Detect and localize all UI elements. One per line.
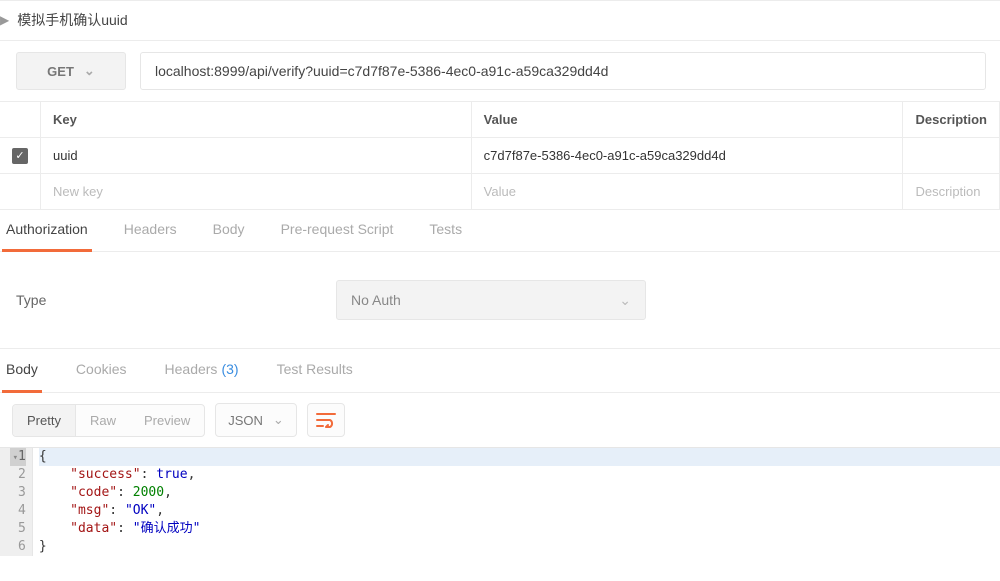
method-dropdown[interactable]: GET ⌄ [16, 52, 126, 90]
pill-preview[interactable]: Preview [130, 405, 204, 436]
lang-select[interactable]: JSON ⌄ [215, 403, 297, 437]
col-header-key: Key [41, 102, 472, 138]
rtab-body[interactable]: Body [2, 349, 42, 393]
breadcrumb: ▶ 模拟手机确认uuid [0, 1, 1000, 41]
col-header-check [0, 102, 41, 138]
tab-body[interactable]: Body [209, 210, 249, 252]
auth-type-row: Type No Auth ⌄ [0, 252, 1000, 349]
method-label: GET [47, 64, 74, 79]
rtab-cookies[interactable]: Cookies [72, 349, 131, 393]
row-value[interactable]: c7d7f87e-5386-4ec0-a91c-a59ca329dd4d [471, 138, 903, 174]
request-title: 模拟手机确认uuid [17, 10, 127, 30]
table-row-placeholder[interactable]: New key Value Description [0, 174, 1000, 210]
tab-prerequest[interactable]: Pre-request Script [277, 210, 398, 252]
tab-authorization[interactable]: Authorization [2, 210, 92, 252]
wrap-icon [316, 412, 336, 428]
placeholder-key[interactable]: New key [41, 174, 472, 210]
lang-select-label: JSON [228, 413, 263, 428]
code-line: "success": true, [39, 466, 1000, 484]
response-tabs: Body Cookies Headers (3) Test Results [0, 349, 1000, 393]
code-line: "code": 2000, [39, 484, 1000, 502]
row-checkbox-cell[interactable]: ✓ [0, 138, 41, 174]
format-pill-group: Pretty Raw Preview [12, 404, 205, 437]
checkbox-checked-icon[interactable]: ✓ [12, 148, 28, 164]
rtab-headers[interactable]: Headers (3) [161, 349, 243, 393]
placeholder-description[interactable]: Description [903, 174, 1000, 210]
tab-headers[interactable]: Headers [120, 210, 181, 252]
col-header-description: Description [903, 102, 1000, 138]
request-row: GET ⌄ [0, 41, 1000, 101]
params-table: Key Value Description ✓ uuid c7d7f87e-53… [0, 101, 1000, 210]
placeholder-value[interactable]: Value [471, 174, 903, 210]
rtab-test-results[interactable]: Test Results [273, 349, 357, 393]
chevron-down-icon: ⌄ [619, 292, 631, 309]
request-tabs: Authorization Headers Body Pre-request S… [0, 210, 1000, 252]
col-header-value: Value [471, 102, 903, 138]
auth-type-select[interactable]: No Auth ⌄ [336, 280, 646, 320]
code-line: "msg": "OK", [39, 502, 1000, 520]
pill-pretty[interactable]: Pretty [13, 405, 76, 436]
rtab-headers-label: Headers [165, 361, 218, 377]
pill-raw[interactable]: Raw [76, 405, 130, 436]
code-line: } [39, 538, 1000, 556]
auth-type-label: Type [16, 292, 336, 308]
tab-tests[interactable]: Tests [425, 210, 466, 252]
row-key[interactable]: uuid [41, 138, 472, 174]
chevron-down-icon: ⌄ [84, 63, 95, 79]
chevron-down-icon: ⌄ [273, 412, 284, 428]
code-lines: { "success": true, "code": 2000, "msg": … [33, 448, 1000, 556]
wrap-lines-button[interactable] [307, 403, 345, 437]
code-line: "data": "确认成功" [39, 520, 1000, 538]
url-input[interactable] [140, 52, 986, 90]
row-description[interactable] [903, 138, 1000, 174]
chevron-right-icon: ▶ [0, 13, 9, 27]
rtab-headers-count: (3) [221, 361, 238, 377]
response-body-editor[interactable]: ▾1 23456 { "success": true, "code": 2000… [0, 447, 1000, 556]
table-row[interactable]: ✓ uuid c7d7f87e-5386-4ec0-a91c-a59ca329d… [0, 138, 1000, 174]
code-line: { [39, 448, 1000, 466]
format-row: Pretty Raw Preview JSON ⌄ [0, 393, 1000, 447]
auth-type-value: No Auth [351, 292, 401, 308]
gutter: ▾1 23456 [0, 448, 33, 556]
